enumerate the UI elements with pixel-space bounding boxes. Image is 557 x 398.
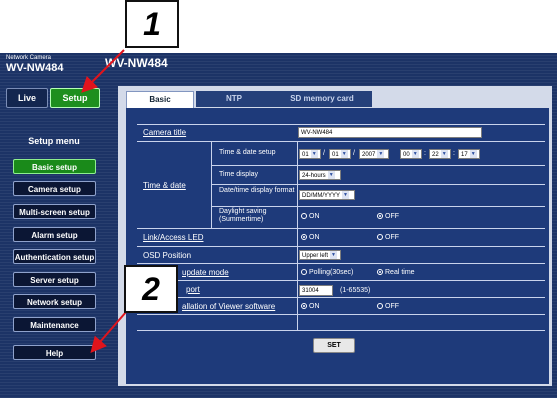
callout-arrow-1 [81, 49, 125, 93]
callout-arrow-2 [90, 311, 127, 354]
callout-arrows [81, 49, 127, 354]
callout-1: 1 [125, 0, 179, 48]
callout-2: 2 [124, 265, 178, 313]
